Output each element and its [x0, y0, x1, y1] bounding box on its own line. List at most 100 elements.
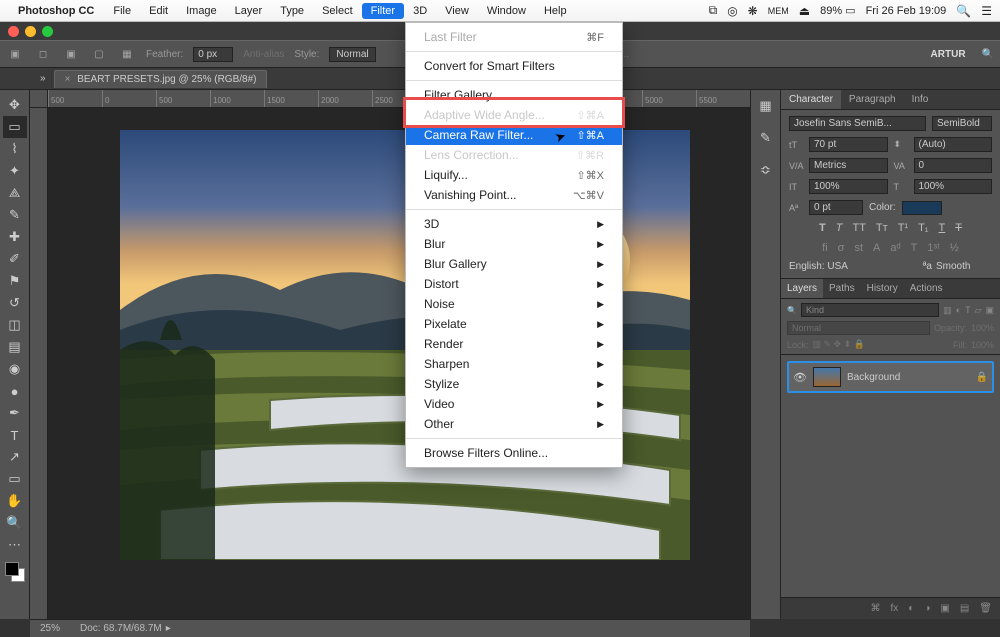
shape-tool[interactable]: ▭ — [3, 468, 27, 490]
tab-expand-icon[interactable]: » — [40, 73, 46, 84]
history-brush-tool[interactable]: ↺ — [3, 292, 27, 314]
healing-tool[interactable]: ✚ — [3, 226, 27, 248]
text-color-swatch[interactable] — [902, 201, 942, 215]
zoom-tool[interactable]: 🔍 — [3, 512, 27, 534]
font-family-dropdown[interactable]: Josefin Sans SemiB... — [789, 116, 926, 131]
lock-icons[interactable]: ▥ ✎ ✥ ⬍ 🔒 — [813, 339, 865, 350]
battery-status[interactable]: 89% ▭ — [820, 4, 855, 17]
hscale-input[interactable]: 100% — [914, 179, 993, 194]
superscript-button[interactable]: T¹ — [895, 221, 911, 235]
dropbox-icon[interactable]: ⧉ — [709, 3, 718, 18]
gradient-tool[interactable]: ▤ — [3, 336, 27, 358]
style-dropdown[interactable]: Normal — [329, 47, 375, 62]
menu-filter[interactable]: Filter — [362, 3, 404, 19]
hdd-icon[interactable]: ⏏ — [799, 4, 810, 18]
link-layers-icon[interactable]: ⌘ — [871, 603, 881, 614]
kerning-dropdown[interactable]: Metrics — [809, 158, 888, 173]
eyedropper-tool[interactable]: ✎ — [3, 204, 27, 226]
font-size-input[interactable]: 70 pt — [809, 137, 888, 152]
search-icon[interactable]: 🔍 — [982, 49, 994, 60]
trash-icon[interactable]: 🗑 — [979, 603, 992, 614]
blend-mode-dropdown[interactable]: Normal — [787, 321, 930, 335]
menu-blur-sub[interactable]: Blur▶ — [406, 234, 622, 254]
filter-smart-icon[interactable]: ▣ — [985, 305, 994, 316]
ot-st[interactable]: st — [851, 241, 866, 255]
menu-noise-sub[interactable]: Noise▶ — [406, 294, 622, 314]
lasso-tool[interactable]: ⌇ — [3, 138, 27, 160]
blur-tool[interactable]: ◉ — [3, 358, 27, 380]
menu-lens-correction[interactable]: Lens Correction...⇧⌘R — [406, 145, 622, 165]
cc-icon[interactable]: ◎ — [727, 4, 737, 18]
menu-adaptive-wide-angle[interactable]: Adaptive Wide Angle...⇧⌘A — [406, 105, 622, 125]
layer-row[interactable]: 👁 Background 🔒 — [787, 361, 994, 393]
brushes-icon[interactable]: ✎ — [756, 128, 776, 148]
ot-sigma[interactable]: σ — [835, 241, 848, 255]
kind-dropdown[interactable]: Kind — [801, 303, 939, 317]
filter-kind-icon[interactable]: 🔍 — [787, 306, 797, 315]
allcaps-button[interactable]: TT — [849, 221, 868, 235]
ot-A[interactable]: A — [870, 241, 883, 255]
crop-tool[interactable]: ⟁ — [3, 182, 27, 204]
baseline-input[interactable]: 0 pt — [809, 200, 863, 215]
menu-edit[interactable]: Edit — [140, 3, 177, 19]
ot-fi[interactable]: fi — [819, 241, 831, 255]
menu-window[interactable]: Window — [478, 3, 535, 19]
zoom-level[interactable]: 25% — [40, 623, 60, 634]
menu-select[interactable]: Select — [313, 3, 362, 19]
menu-help[interactable]: Help — [535, 3, 576, 19]
visibility-icon[interactable]: 👁 — [793, 371, 807, 384]
app-name[interactable]: Photoshop CC — [18, 5, 94, 17]
sel-int-icon[interactable]: ▦ — [118, 45, 136, 63]
lock-icon[interactable]: 🔒 — [976, 372, 988, 383]
pen-tool[interactable]: ✒ — [3, 402, 27, 424]
spotlight-icon[interactable]: 🔍 — [956, 4, 971, 18]
menu-browse-filters[interactable]: Browse Filters Online... — [406, 443, 622, 463]
workspace-switcher[interactable]: ARTUR — [931, 49, 966, 60]
swatches-icon[interactable]: ▦ — [756, 96, 776, 116]
smallcaps-button[interactable]: Tᴛ — [873, 221, 891, 235]
menu-blur-gallery-sub[interactable]: Blur Gallery▶ — [406, 254, 622, 274]
menu-render-sub[interactable]: Render▶ — [406, 334, 622, 354]
menu-stylize-sub[interactable]: Stylize▶ — [406, 374, 622, 394]
layer-thumbnail[interactable] — [813, 367, 841, 387]
antialias-dropdown[interactable]: Smooth — [936, 261, 992, 272]
tab-actions[interactable]: Actions — [904, 279, 949, 298]
menu-3d[interactable]: 3D — [404, 3, 436, 19]
filter-pixel-icon[interactable]: ▥ — [943, 305, 952, 316]
dodge-tool[interactable]: ● — [3, 380, 27, 402]
menu-type[interactable]: Type — [271, 3, 313, 19]
language-dropdown[interactable]: English: USA — [789, 261, 919, 272]
menu-icon[interactable]: ☰ — [981, 4, 992, 18]
new-layer-icon[interactable]: ▤ — [960, 603, 969, 614]
adjustment-icon[interactable]: ◑ — [924, 603, 930, 614]
tab-paths[interactable]: Paths — [823, 279, 861, 298]
doc-size[interactable]: Doc: 68.7M/68.7M▸ — [80, 623, 171, 634]
tab-character[interactable]: Character — [781, 90, 841, 109]
mask-icon[interactable]: ◐ — [908, 603, 914, 614]
adjust-icon[interactable]: ≎ — [756, 160, 776, 180]
ruler-vertical[interactable] — [30, 108, 48, 619]
menu-other-sub[interactable]: Other▶ — [406, 414, 622, 434]
layer-name[interactable]: Background — [847, 372, 900, 383]
marquee-tool[interactable]: ▭ — [3, 116, 27, 138]
ot-T[interactable]: T — [908, 241, 921, 255]
maximize-window[interactable] — [42, 26, 53, 37]
ruler-horizontal[interactable]: 500 0 500 1000 1500 2000 2500 3000 3500 … — [48, 90, 750, 108]
tab-paragraph[interactable]: Paragraph — [841, 90, 904, 109]
menu-layer[interactable]: Layer — [226, 3, 272, 19]
strike-button[interactable]: T — [952, 221, 965, 235]
menu-image[interactable]: Image — [177, 3, 226, 19]
filter-type-icon[interactable]: T — [965, 305, 971, 315]
menu-3d-sub[interactable]: 3D▶ — [406, 214, 622, 234]
menu-pixelate-sub[interactable]: Pixelate▶ — [406, 314, 622, 334]
menu-filter-gallery[interactable]: Filter Gallery... — [406, 85, 622, 105]
leading-input[interactable]: (Auto) — [914, 137, 993, 152]
menu-view[interactable]: View — [436, 3, 478, 19]
group-icon[interactable]: ▣ — [940, 603, 949, 614]
bold-button[interactable]: T — [816, 221, 829, 235]
path-tool[interactable]: ↗ — [3, 446, 27, 468]
menu-file[interactable]: File — [104, 3, 140, 19]
ot-1st[interactable]: 1ˢᵗ — [924, 241, 942, 255]
evernote-icon[interactable]: ❋ — [748, 4, 758, 18]
opacity-value[interactable]: 100% — [971, 323, 994, 333]
